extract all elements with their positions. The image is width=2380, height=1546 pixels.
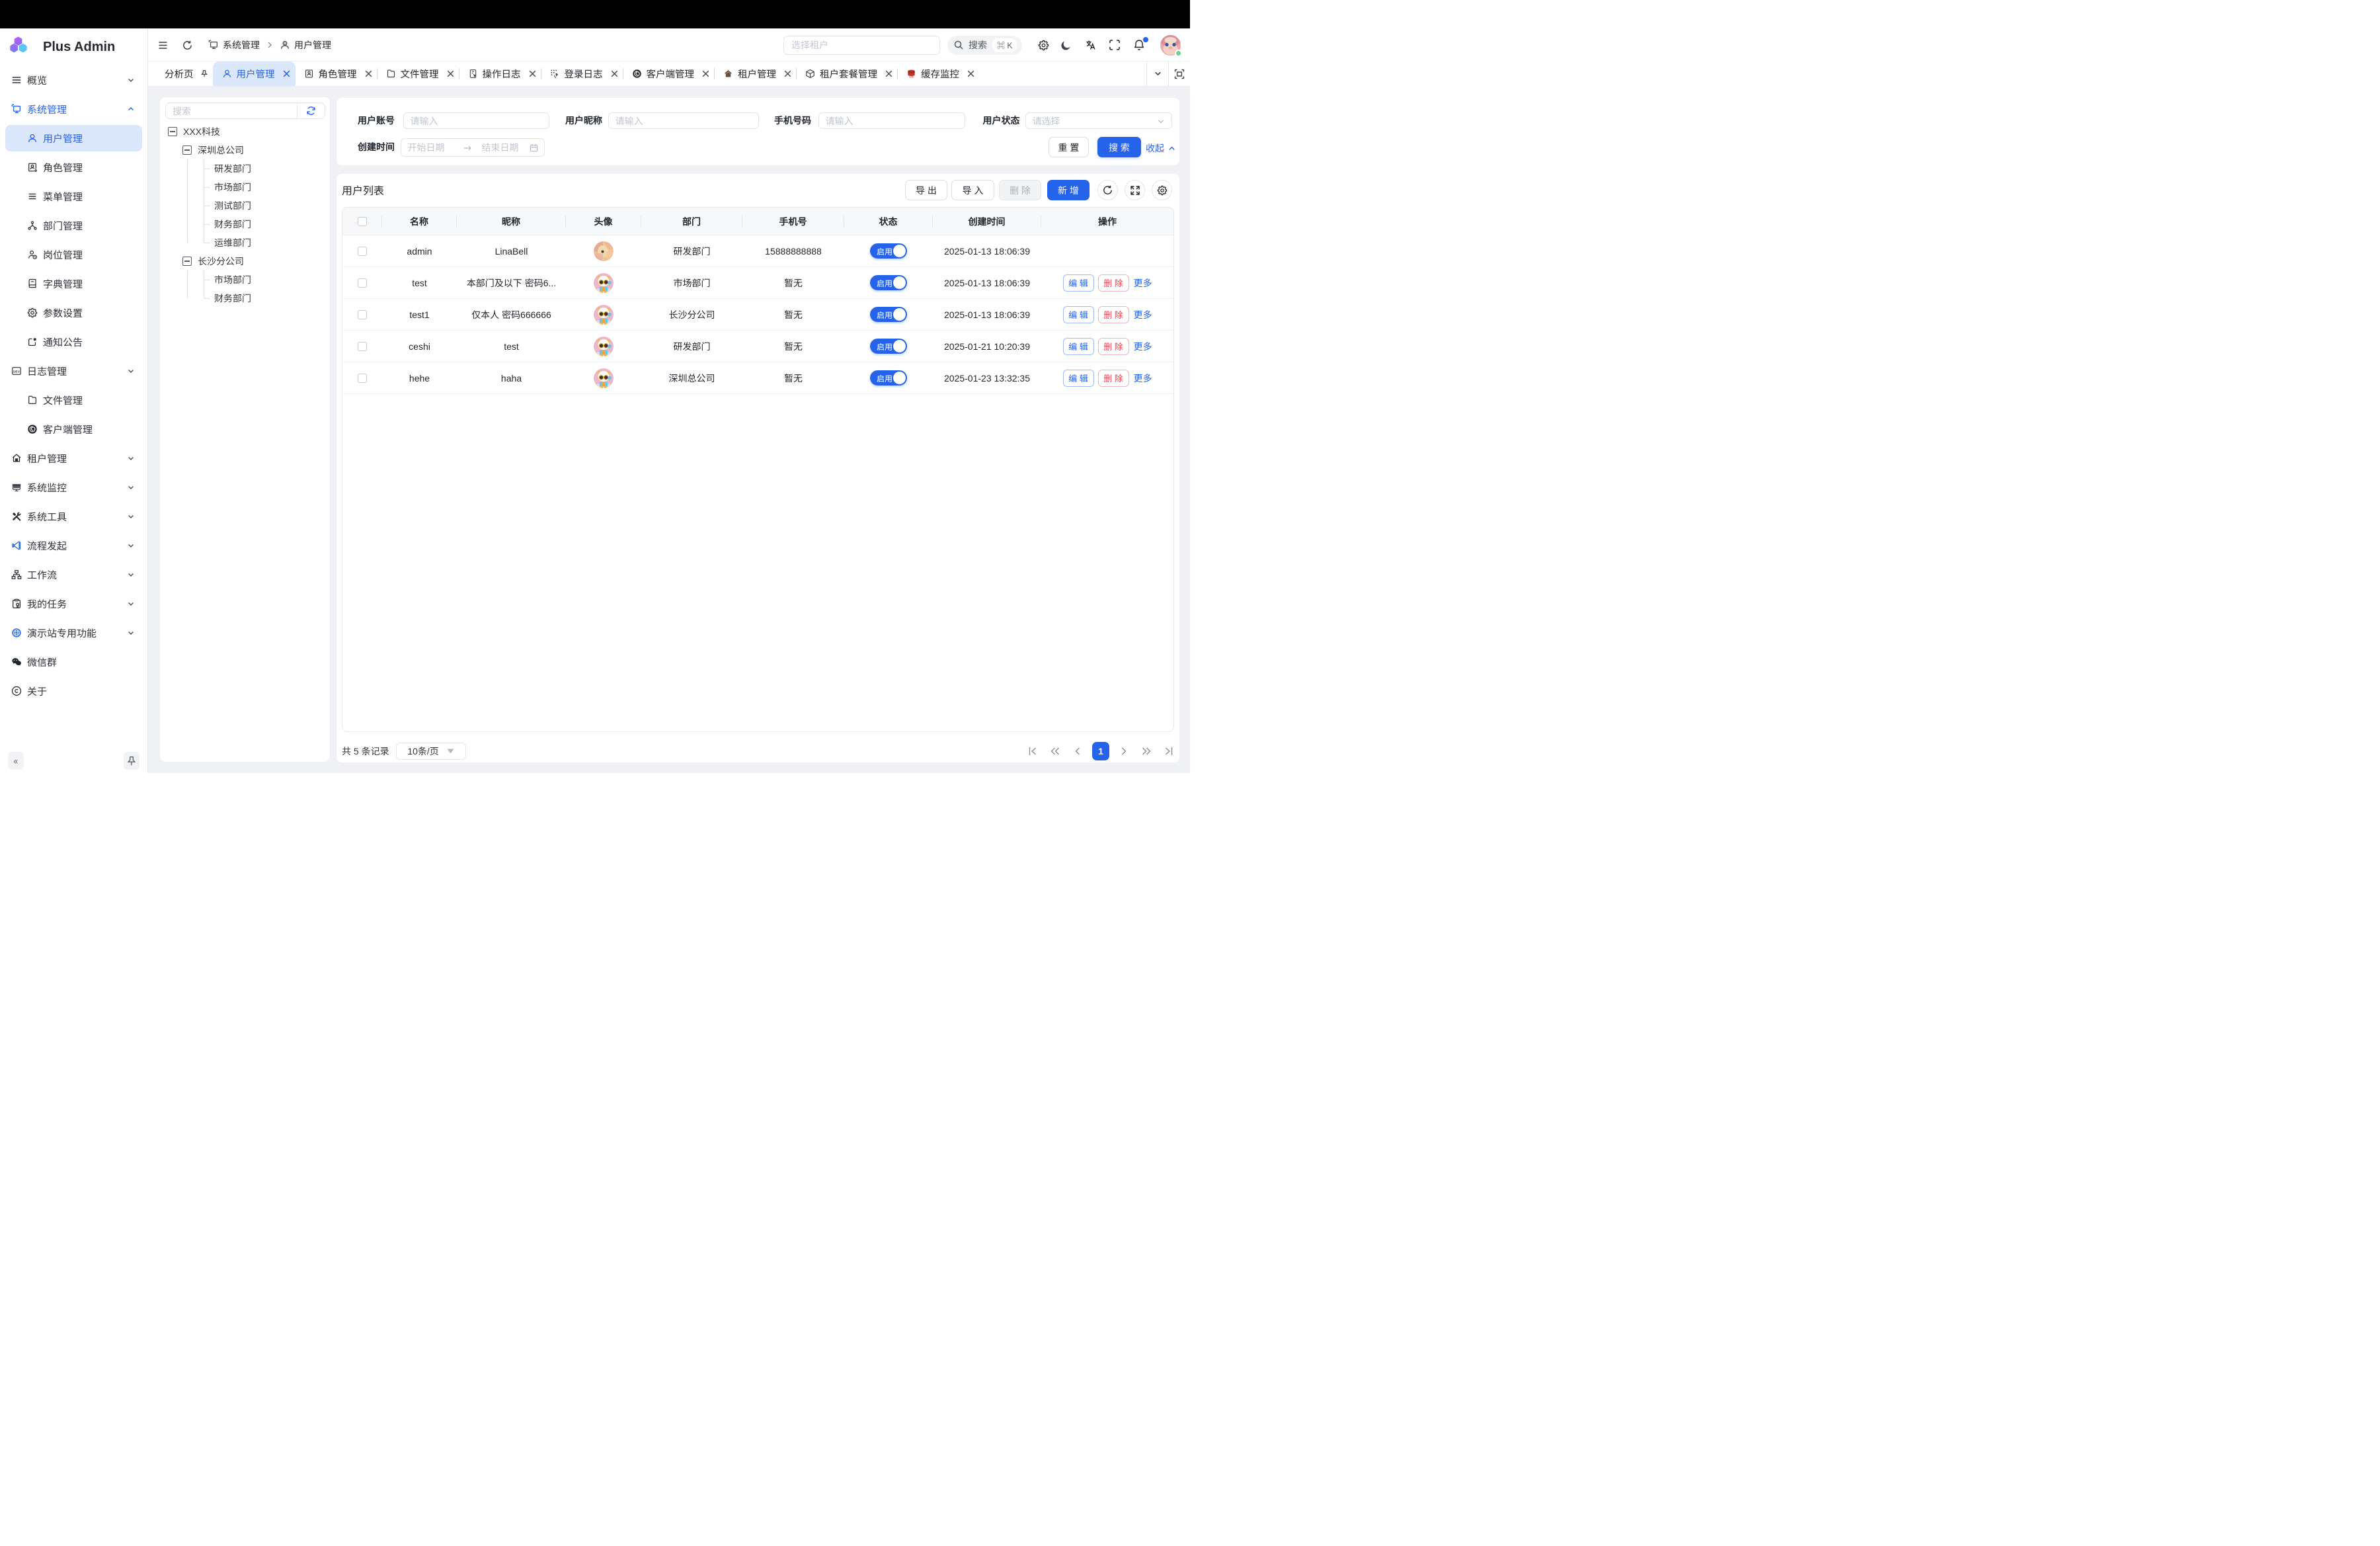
svg-text:DEV: DEV (13, 370, 20, 374)
svg-text:redis: redis (909, 75, 914, 78)
